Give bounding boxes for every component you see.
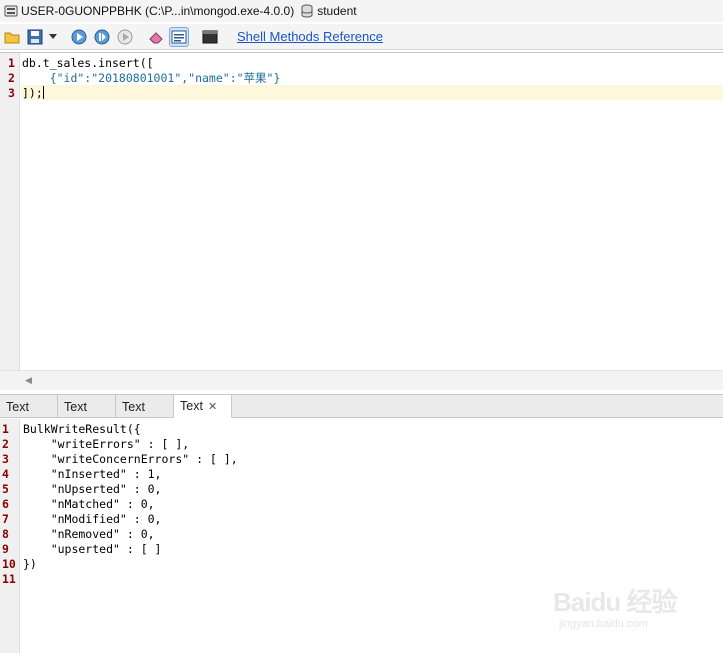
toolbar: Shell Methods Reference (0, 24, 723, 50)
result-line: "nInserted" : 1, (23, 467, 162, 481)
result-line: "nModified" : 0, (23, 512, 162, 526)
result-line: BulkWriteResult({ (23, 422, 141, 436)
code-line: {"id":"20180801001","name":"苹果"} (22, 71, 281, 86)
line-number: 2 (8, 71, 15, 85)
tab-text-2[interactable]: Text (58, 395, 116, 418)
code-line-text: ]); (22, 86, 43, 100)
result-line-number: 1 (2, 422, 9, 436)
code-line-text: {"id":"20180801001","name":"苹果"} (22, 71, 281, 85)
text-view-icon[interactable] (169, 26, 189, 47)
tab-text-3[interactable]: Text (116, 395, 174, 418)
current-line-highlight (21, 85, 723, 100)
result-line-number: 11 (2, 572, 16, 586)
result-line-number: 9 (2, 542, 9, 556)
result-line-number: 3 (2, 452, 9, 466)
editor-gutter: 1 2 3 (0, 53, 20, 371)
result-line-number: 2 (2, 437, 9, 451)
watermark-logo: Baidu 经验 (553, 587, 677, 617)
text-caret (42, 86, 44, 99)
run-icon[interactable] (69, 27, 89, 47)
result-line-number: 10 (2, 557, 16, 571)
database-icon (301, 4, 313, 18)
result-line-number: 8 (2, 527, 9, 541)
tab-label: Text (6, 399, 29, 414)
result-line: "writeErrors" : [ ], (23, 437, 190, 451)
tab-text-1[interactable]: Text (0, 395, 58, 418)
tab-label: Text (180, 399, 203, 413)
result-line: "nMatched" : 0, (23, 497, 155, 511)
baidu-watermark: Baidu 经验 jingyan.baidu.com (553, 574, 683, 634)
code-line: db.t_sales.insert([ (22, 56, 154, 70)
tab-text-4[interactable]: Text ✕ (174, 395, 232, 418)
line-number: 1 (8, 56, 15, 70)
query-editor[interactable]: 1 2 3 db.t_sales.insert([ {"id":"2018080… (0, 52, 723, 371)
result-line: "nUpserted" : 0, (23, 482, 162, 496)
database-name: student (317, 4, 357, 18)
connection-title: USER-0GUONPPBHK (C:\P...in\mongod.exe-4.… (21, 4, 295, 18)
result-line-number: 7 (2, 512, 9, 526)
scroll-left-icon[interactable]: ◀ (25, 375, 35, 385)
result-line: "nRemoved" : 0, (23, 527, 155, 541)
watermark-url: jingyan.baidu.com (559, 618, 648, 630)
close-icon[interactable]: ✕ (208, 400, 217, 413)
result-line-number: 5 (2, 482, 9, 496)
server-icon (4, 4, 18, 18)
result-tabs: Text Text Text Text ✕ (0, 394, 723, 418)
horizontal-scrollbar[interactable]: ◀ (0, 370, 723, 390)
result-line: }) (23, 557, 37, 571)
open-folder-icon[interactable] (2, 27, 22, 47)
run-line-icon[interactable] (92, 27, 112, 47)
result-line-number: 6 (2, 497, 9, 511)
result-line: "upserted" : [ ] (23, 542, 162, 556)
shell-methods-reference-link[interactable]: Shell Methods Reference (237, 29, 383, 44)
results-gutter: 1 2 3 4 5 6 7 8 9 10 11 (0, 419, 20, 653)
save-icon[interactable] (25, 27, 45, 47)
line-number: 3 (8, 86, 15, 100)
dropdown-icon[interactable] (48, 27, 58, 47)
tab-label: Text (122, 399, 145, 414)
result-line-number: 4 (2, 467, 9, 481)
code-line: ]); (22, 86, 44, 101)
tab-label: Text (64, 399, 87, 414)
eraser-icon[interactable] (146, 27, 166, 47)
stop-icon[interactable] (115, 27, 135, 47)
terminal-icon[interactable] (200, 27, 220, 47)
title-bar: USER-0GUONPPBHK (C:\P...in\mongod.exe-4.… (0, 0, 723, 22)
result-line: "writeConcernErrors" : [ ], (23, 452, 238, 466)
